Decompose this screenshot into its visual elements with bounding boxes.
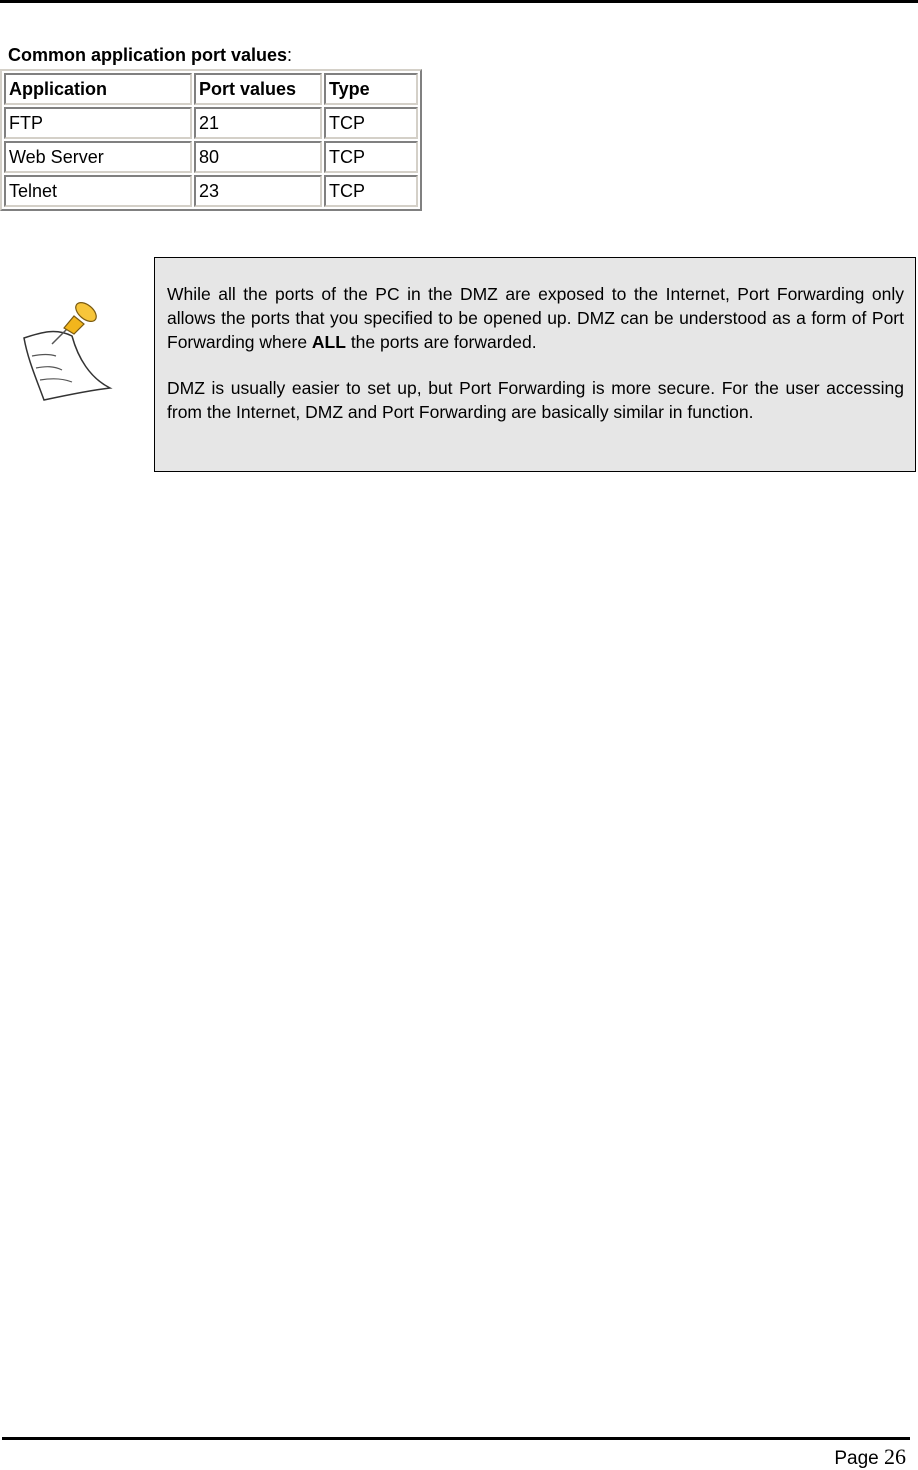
footer-rule <box>2 1437 910 1440</box>
note-paragraph-2: DMZ is usually easier to set up, but Por… <box>167 378 904 422</box>
cell-application: Telnet <box>4 175 192 207</box>
note-paragraph-1: While all the ports of the PC in the DMZ… <box>167 282 904 354</box>
page-footer: Page 26 <box>834 1444 906 1470</box>
caption-suffix: : <box>287 45 293 65</box>
note-emphasis: ALL <box>311 332 346 352</box>
cell-type: TCP <box>324 107 418 139</box>
table-row: FTP 21 TCP <box>4 107 418 139</box>
cell-port: 80 <box>194 141 322 173</box>
port-values-table: Application Port values Type FTP 21 TCP … <box>0 69 422 211</box>
table-header-row: Application Port values Type <box>4 73 418 105</box>
caption-bold: Common application port values <box>8 45 288 65</box>
page-number: 26 <box>884 1444 906 1469</box>
cell-application: FTP <box>4 107 192 139</box>
cell-type: TCP <box>324 175 418 207</box>
header-port-values: Port values <box>194 73 322 105</box>
cell-port: 21 <box>194 107 322 139</box>
header-rule <box>0 0 918 3</box>
note-pin-icon <box>12 298 116 408</box>
note-box: While all the ports of the PC in the DMZ… <box>154 257 916 472</box>
header-application: Application <box>4 73 192 105</box>
page-label: Page <box>834 1448 879 1469</box>
table-row: Web Server 80 TCP <box>4 141 418 173</box>
table-row: Telnet 23 TCP <box>4 175 418 207</box>
header-type: Type <box>324 73 418 105</box>
cell-application: Web Server <box>4 141 192 173</box>
note-text: the ports are forwarded. <box>345 332 537 352</box>
cell-type: TCP <box>324 141 418 173</box>
cell-port: 23 <box>194 175 322 207</box>
table-caption: Common application port values: <box>8 45 292 66</box>
